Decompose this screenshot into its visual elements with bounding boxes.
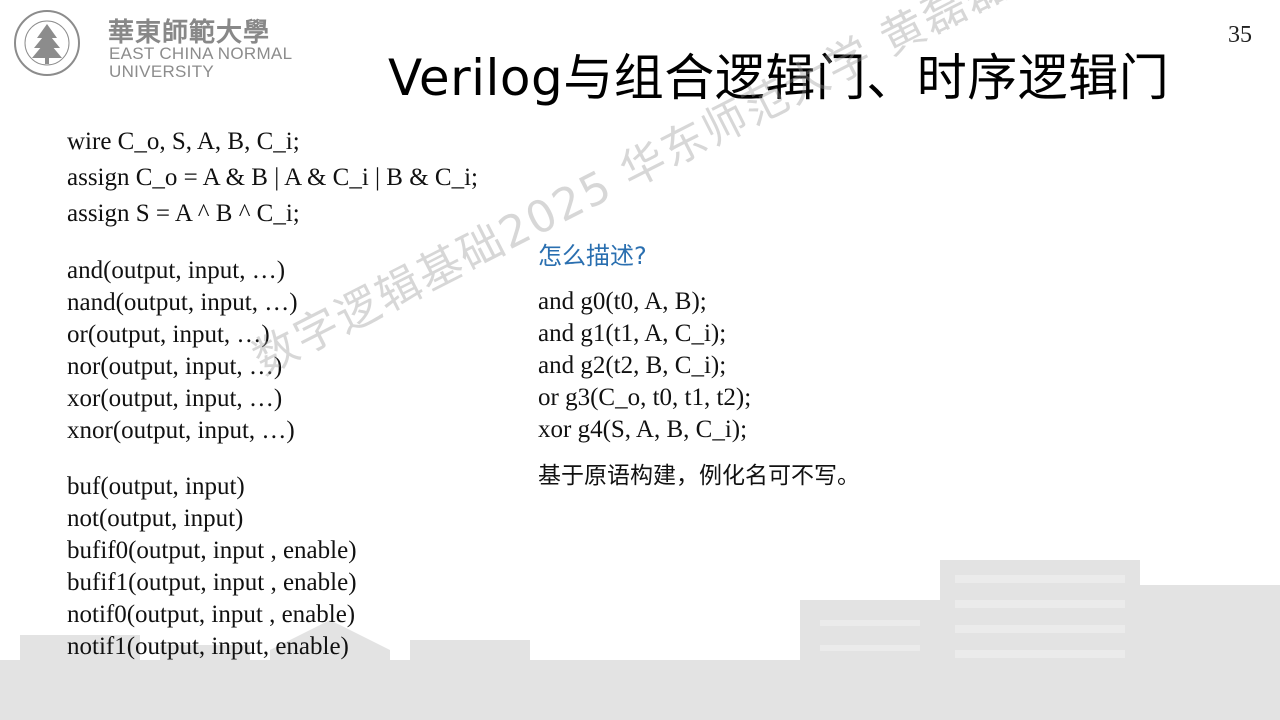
code-line: assign S = A ^ B ^ C_i; xyxy=(67,200,300,227)
code-line: not(output, input) xyxy=(67,505,244,532)
code-line: notif1(output, input, enable) xyxy=(67,633,349,660)
code-line: and(output, input, …) xyxy=(67,257,286,284)
code-line: buf(output, input) xyxy=(67,473,245,500)
code-line: or(output, input, …) xyxy=(67,321,270,348)
code-line: nand(output, input, …) xyxy=(67,289,298,316)
code-line: and g2(t2, B, C_i); xyxy=(538,352,727,379)
page-number: 35 xyxy=(1228,22,1252,48)
assign-code-block: wire C_o, S, A, B, C_i; assign C_o = A &… xyxy=(67,124,478,232)
code-line: and g1(t1, A, C_i); xyxy=(538,320,727,347)
code-line: bufif0(output, input , enable) xyxy=(67,537,357,564)
code-line: xor g4(S, A, B, C_i); xyxy=(538,416,748,443)
university-emblem-icon xyxy=(14,10,80,76)
gate-primitive-list: and(output, input, …) nand(output, input… xyxy=(67,255,298,447)
slide-title: Verilog与组合逻辑门、时序逻辑门 xyxy=(388,49,1170,107)
code-line: xnor(output, input, …) xyxy=(67,417,295,444)
code-line: nor(output, input, …) xyxy=(67,353,283,380)
logo-english-line-2: UNIVERSITY xyxy=(109,62,215,81)
gate-instance-code: and g0(t0, A, B); and g1(t1, A, C_i); an… xyxy=(538,286,751,446)
primitive-note: 基于原语构建，例化名可不写。 xyxy=(538,463,860,489)
code-line: or g3(C_o, t0, t1, t2); xyxy=(538,384,752,411)
code-line: assign C_o = A & B | A & C_i | B & C_i; xyxy=(67,164,478,191)
question-text: 怎么描述? xyxy=(538,242,647,270)
buffer-primitive-list: buf(output, input) not(output, input) bu… xyxy=(67,471,357,663)
code-line: bufif1(output, input , enable) xyxy=(67,569,357,596)
logo-english-line-1: EAST CHINA NORMAL xyxy=(109,44,293,63)
code-line: xor(output, input, …) xyxy=(67,385,283,412)
university-logo: 華東師範大學 EAST CHINA NORMAL UNIVERSITY xyxy=(12,6,302,82)
code-line: notif0(output, input , enable) xyxy=(67,601,356,628)
code-line: wire C_o, S, A, B, C_i; xyxy=(67,128,300,155)
code-line: and g0(t0, A, B); xyxy=(538,288,707,315)
